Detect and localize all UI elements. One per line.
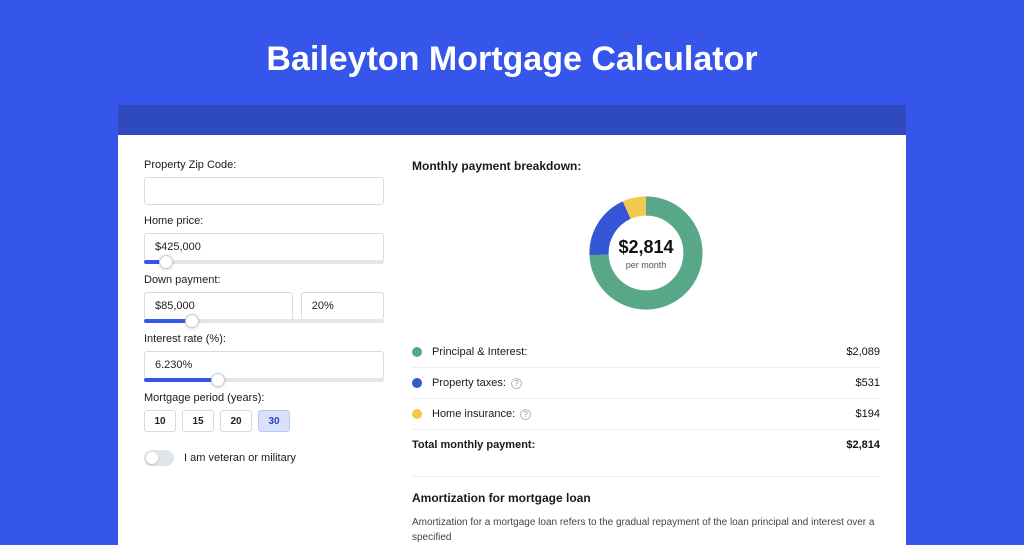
interest-rate-input[interactable] <box>144 351 384 379</box>
amort-body: Amortization for a mortgage loan refers … <box>412 515 880 545</box>
total-label: Total monthly payment: <box>412 439 535 451</box>
legend-row-total: Total monthly payment: $2,814 <box>412 429 880 460</box>
interest-rate-slider[interactable] <box>144 378 384 382</box>
breakdown-title: Monthly payment breakdown: <box>412 159 880 173</box>
down-payment-slider[interactable] <box>144 319 384 323</box>
toggle-knob-icon <box>146 452 158 464</box>
legend-row-principal: Principal & Interest: $2,089 <box>412 337 880 367</box>
period-label: Mortgage period (years): <box>144 392 384 404</box>
legend-value: $194 <box>856 408 880 420</box>
dot-blue-icon <box>412 378 422 388</box>
zip-input[interactable] <box>144 177 384 205</box>
dot-green-icon <box>412 347 422 357</box>
period-option-30[interactable]: 30 <box>258 410 290 432</box>
interest-rate-label: Interest rate (%): <box>144 333 384 345</box>
down-payment-label: Down payment: <box>144 274 384 286</box>
result-panel: Monthly payment breakdown: $2,814 per mo… <box>384 159 880 545</box>
period-options: 10 15 20 30 <box>144 410 384 432</box>
legend: Principal & Interest: $2,089 Property ta… <box>412 337 880 460</box>
slider-thumb-icon[interactable] <box>211 373 225 387</box>
period-option-20[interactable]: 20 <box>220 410 252 432</box>
home-price-slider[interactable] <box>144 260 384 264</box>
amort-heading: Amortization for mortgage loan <box>412 491 880 505</box>
legend-label: Home insurance: <box>432 408 515 420</box>
legend-value: $531 <box>856 377 880 389</box>
info-icon[interactable]: ? <box>520 409 531 420</box>
slider-thumb-icon[interactable] <box>185 314 199 328</box>
legend-row-insurance: Home insurance: ? $194 <box>412 398 880 429</box>
home-price-label: Home price: <box>144 215 384 227</box>
total-value: $2,814 <box>846 439 880 451</box>
period-option-15[interactable]: 15 <box>182 410 214 432</box>
period-option-10[interactable]: 10 <box>144 410 176 432</box>
veteran-label: I am veteran or military <box>184 452 296 464</box>
dot-yellow-icon <box>412 409 422 419</box>
down-payment-pct-input[interactable] <box>301 292 384 320</box>
veteran-toggle[interactable] <box>144 450 174 466</box>
legend-row-taxes: Property taxes: ? $531 <box>412 367 880 398</box>
donut-chart: $2,814 per month <box>584 191 708 315</box>
page-title: Baileyton Mortgage Calculator <box>0 40 1024 79</box>
slider-thumb-icon[interactable] <box>159 255 173 269</box>
zip-label: Property Zip Code: <box>144 159 384 171</box>
amortization-section: Amortization for mortgage loan Amortizat… <box>412 476 880 545</box>
calculator-card: Property Zip Code: Home price: Down paym… <box>118 135 906 545</box>
form-panel: Property Zip Code: Home price: Down paym… <box>144 159 384 545</box>
down-payment-input[interactable] <box>144 292 293 320</box>
donut-amount: $2,814 <box>618 237 673 258</box>
legend-label: Property taxes: <box>432 377 506 389</box>
legend-label: Principal & Interest: <box>432 346 527 358</box>
info-icon[interactable]: ? <box>511 378 522 389</box>
home-price-input[interactable] <box>144 233 384 261</box>
donut-sublabel: per month <box>626 260 667 270</box>
legend-value: $2,089 <box>846 346 880 358</box>
